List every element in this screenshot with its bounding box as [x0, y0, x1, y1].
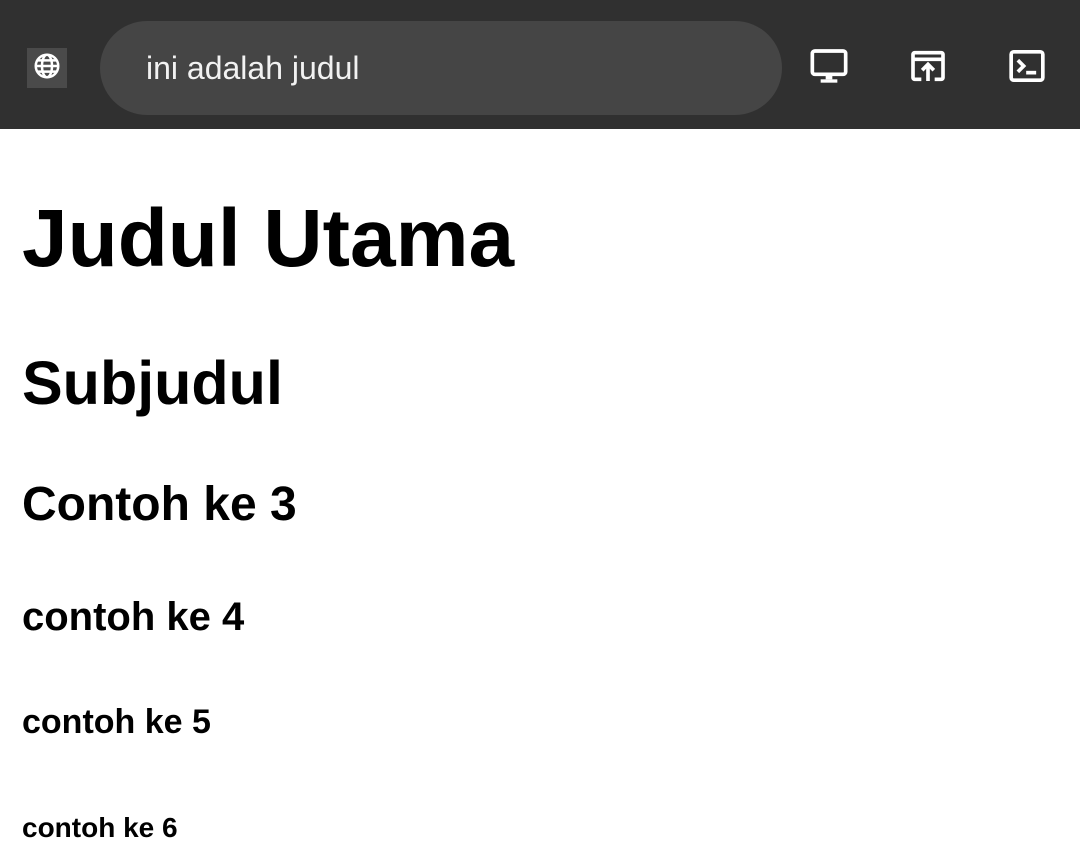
address-bar-text: ini adalah judul [146, 50, 360, 86]
browser-toolbar: ini adalah judul [0, 0, 1080, 129]
globe-icon [32, 51, 62, 86]
desktop-view-button[interactable] [807, 46, 851, 90]
heading-4: contoh ke 4 [22, 595, 245, 639]
open-in-browser-button[interactable] [906, 46, 950, 90]
heading-5: contoh ke 5 [22, 703, 211, 741]
site-info-button[interactable] [27, 48, 67, 88]
desktop-icon [809, 46, 849, 91]
console-button[interactable] [1005, 46, 1049, 90]
address-bar[interactable]: ini adalah judul [100, 21, 782, 115]
heading-3: Contoh ke 3 [22, 478, 297, 531]
open-in-new-icon [908, 46, 948, 91]
heading-1: Judul Utama [22, 193, 515, 284]
heading-6: contoh ke 6 [22, 812, 178, 843]
heading-2: Subjudul [22, 349, 283, 417]
terminal-icon [1007, 46, 1047, 91]
